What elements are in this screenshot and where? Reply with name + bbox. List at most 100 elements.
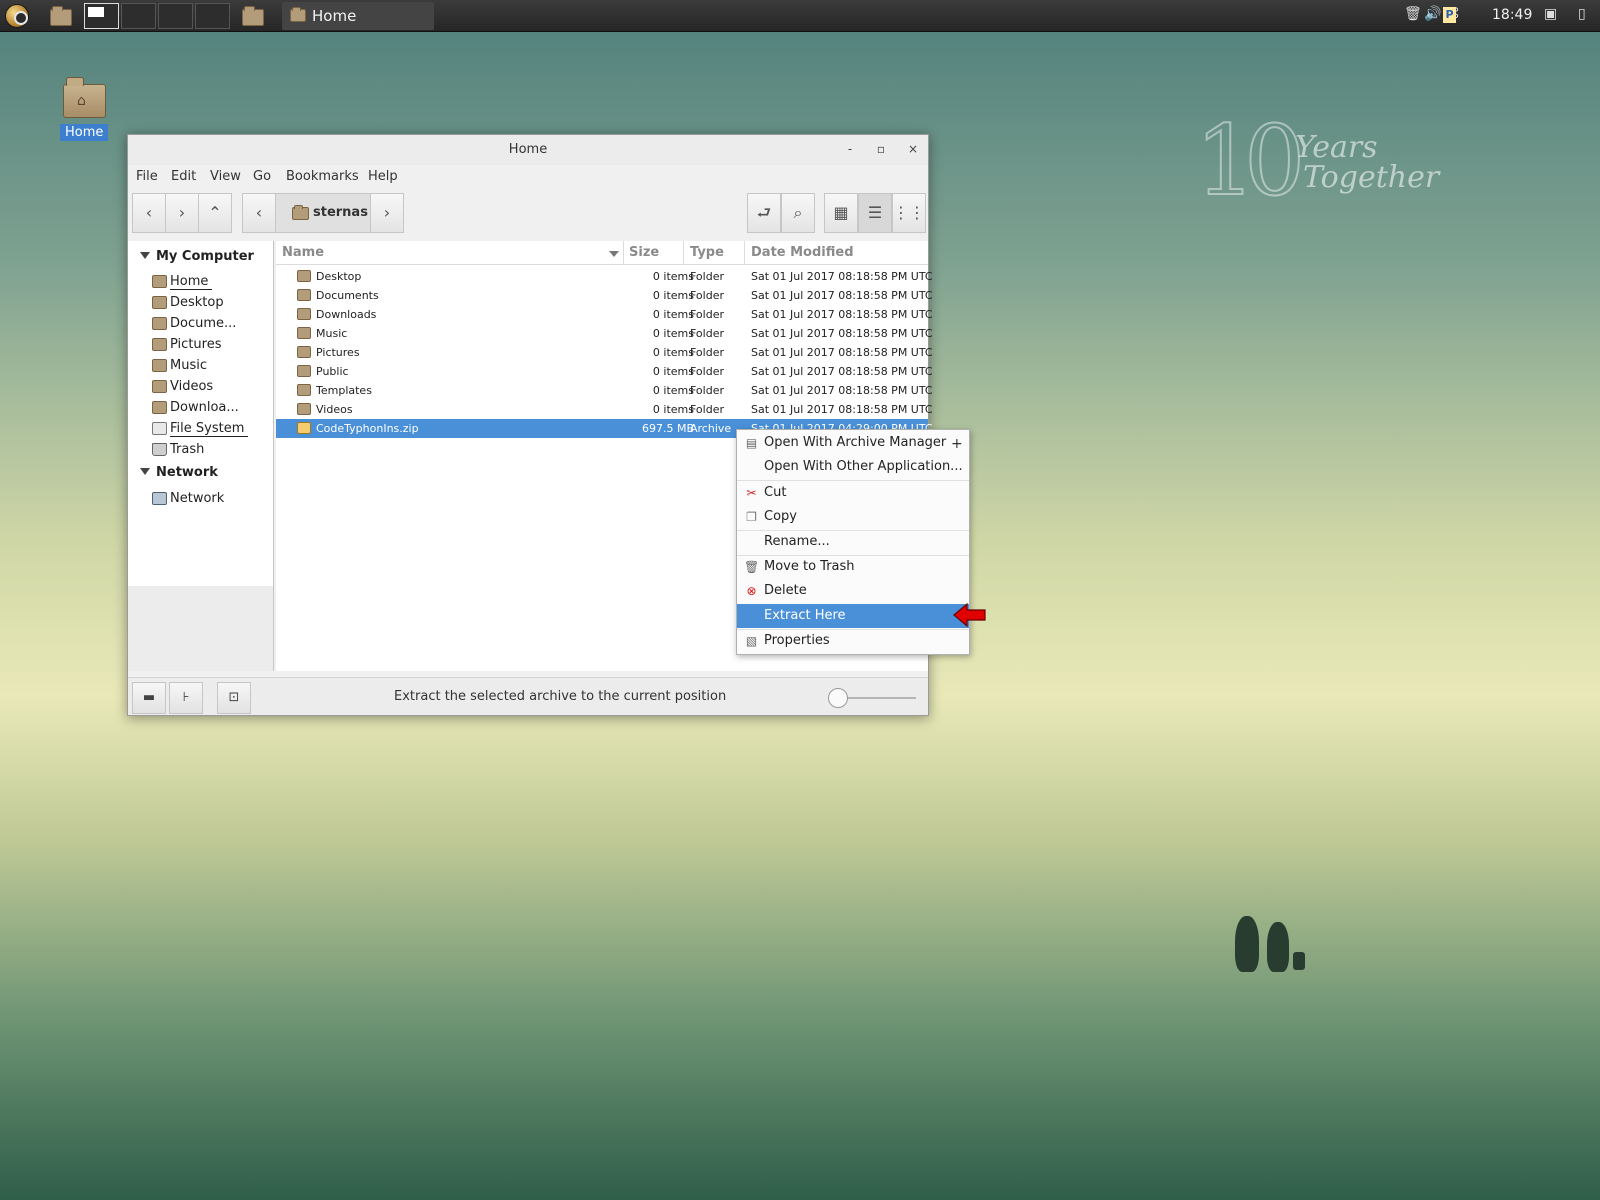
menu-logo-icon (5, 4, 29, 28)
sidebar-section-my-computer[interactable]: My Computer (140, 249, 254, 264)
menu-bookmarks[interactable]: Bookmarks (286, 169, 359, 184)
clock[interactable]: 18:49 (1492, 7, 1532, 23)
column-header-date-modified[interactable]: Date Modified (751, 245, 854, 260)
sidebar-item-downloads[interactable]: Downloa... (152, 399, 270, 419)
show-places-button[interactable]: ▬ (132, 682, 166, 714)
session-icon[interactable]: ▯ (1578, 6, 1586, 22)
menu-item-open-with-other-application[interactable]: Open With Other Application... (737, 455, 969, 479)
menu-go[interactable]: Go (253, 169, 271, 184)
menu-item-delete[interactable]: ⊗ Delete (737, 579, 969, 603)
status-text: Extract the selected archive to the curr… (394, 689, 727, 704)
breadcrumb-prev-button[interactable]: ‹ (242, 193, 276, 233)
back-button[interactable]: ‹ (132, 193, 166, 233)
file-size: 0 items (652, 327, 694, 340)
folder-icon (297, 403, 311, 415)
parcellite-tray-icon[interactable]: P (1443, 7, 1456, 23)
menu-item-properties[interactable]: ▧ Properties (737, 629, 969, 653)
menu-item-cut[interactable]: ✂ Cut (737, 481, 969, 505)
workspace-3[interactable] (158, 3, 193, 29)
column-header-name[interactable]: Name (282, 245, 324, 260)
compact-view-button[interactable]: ⋮⋮ (892, 193, 926, 233)
breadcrumb-next-button[interactable]: › (370, 193, 404, 233)
sidebar-item-pictures[interactable]: Pictures (152, 336, 270, 356)
icon-view-button[interactable]: ▦ (824, 193, 858, 233)
table-row[interactable]: Documents 0 items Folder Sat 01 Jul 2017… (276, 286, 933, 305)
file-type: Folder (690, 384, 724, 397)
network-icon (152, 492, 167, 505)
trash-tray-icon[interactable]: 🗑 (1404, 6, 1422, 22)
sidebar-empty-area (128, 586, 273, 671)
minimize-button[interactable]: - (842, 141, 858, 157)
delete-icon: ⊗ (746, 584, 757, 598)
file-type: Folder (690, 270, 724, 283)
table-row[interactable]: Pictures 0 items Folder Sat 01 Jul 2017 … (276, 343, 933, 362)
up-button[interactable]: ⌃ (198, 193, 232, 233)
taskbar-item-home[interactable]: Home (282, 2, 434, 30)
icon-view-icon: ▦ (833, 203, 849, 222)
menu-item-extract-here[interactable]: Extract Here (737, 604, 969, 628)
location-toggle-icon: ⮐ (756, 203, 772, 222)
show-desktop-button[interactable] (48, 2, 74, 30)
menu-file[interactable]: File (136, 169, 158, 184)
menu-item-label: Rename... (764, 534, 830, 549)
penguin-2 (1267, 922, 1289, 972)
file-name: Videos (316, 403, 353, 416)
sidebar-item-network[interactable]: Network (152, 490, 270, 510)
workspace-4[interactable] (195, 3, 230, 29)
display-icon[interactable]: ▣ (1544, 6, 1557, 22)
column-header-size[interactable]: Size (629, 245, 659, 260)
table-row[interactable]: Public 0 items Folder Sat 01 Jul 2017 08… (276, 362, 933, 381)
volume-icon[interactable]: 🔊 (1424, 6, 1441, 22)
folder-icon (297, 365, 311, 377)
forward-button[interactable]: › (165, 193, 199, 233)
sidebar-item-music[interactable]: Music (152, 357, 270, 377)
sidebar-item-label: Pictures (170, 337, 222, 352)
sidebar-item-desktop[interactable]: Desktop (152, 294, 270, 314)
workspace-1[interactable] (84, 3, 119, 29)
toggle-location-button[interactable]: ⮐ (747, 193, 781, 233)
close-button[interactable]: × (905, 141, 921, 157)
table-row[interactable]: Videos 0 items Folder Sat 01 Jul 2017 08… (276, 400, 933, 419)
menu-item-label: Open With Archive Manager (764, 435, 947, 450)
sidebar-item-videos[interactable]: Videos (152, 378, 270, 398)
logo-line-2: Together (1303, 160, 1440, 195)
scissors-icon: ✂ (746, 486, 757, 500)
sidebar-section-network[interactable]: Network (140, 465, 218, 480)
sidebar-item-trash[interactable]: Trash (152, 441, 270, 461)
menu-view[interactable]: View (210, 169, 241, 184)
main-menu-button[interactable] (2, 2, 32, 30)
show-treeview-button[interactable]: ⊦ (169, 682, 203, 714)
table-row[interactable]: Templates 0 items Folder Sat 01 Jul 2017… (276, 381, 933, 400)
folder-icon (297, 270, 311, 282)
menu-help[interactable]: Help (368, 169, 398, 184)
zoom-slider-handle[interactable] (828, 688, 848, 708)
folder-icon (152, 317, 167, 330)
menu-item-rename[interactable]: Rename... (737, 530, 969, 554)
title-bar[interactable]: Home - ▫ × (128, 135, 928, 165)
zoom-slider-track[interactable] (836, 697, 916, 699)
breadcrumb[interactable]: sternas (275, 193, 371, 233)
hide-sidebar-button[interactable]: ⊡ (217, 682, 251, 714)
file-date: Sat 01 Jul 2017 08:18:58 PM UTC (751, 289, 933, 302)
menu-edit[interactable]: Edit (171, 169, 196, 184)
menu-item-open-with-archive-manager[interactable]: ▤ Open With Archive Manager + (737, 431, 969, 455)
home-folder-icon (292, 205, 309, 220)
maximize-button[interactable]: ▫ (873, 141, 889, 157)
column-header-type[interactable]: Type (690, 245, 724, 260)
workspace-2[interactable] (121, 3, 156, 29)
folder-icon (152, 296, 167, 309)
sidebar-item-file-system[interactable]: File System (152, 420, 270, 440)
menu-item-move-to-trash[interactable]: 🗑 Move to Trash (737, 555, 969, 579)
wallpaper-penguins (1225, 908, 1325, 978)
menu-item-copy[interactable]: ❐ Copy (737, 505, 969, 529)
table-row[interactable]: Downloads 0 items Folder Sat 01 Jul 2017… (276, 305, 933, 324)
search-button[interactable]: ⌕ (781, 193, 815, 233)
file-date: Sat 01 Jul 2017 08:18:58 PM UTC (751, 384, 933, 397)
launcher-button[interactable] (240, 2, 268, 30)
sidebar-item-documents[interactable]: Docume... (152, 315, 270, 335)
list-view-button[interactable]: ☰ (858, 193, 892, 233)
table-row[interactable]: Music 0 items Folder Sat 01 Jul 2017 08:… (276, 324, 933, 343)
forward-arrow-icon: › (178, 203, 186, 222)
sidebar-item-home[interactable]: Home (152, 273, 270, 293)
table-row[interactable]: Desktop 0 items Folder Sat 01 Jul 2017 0… (276, 267, 933, 286)
